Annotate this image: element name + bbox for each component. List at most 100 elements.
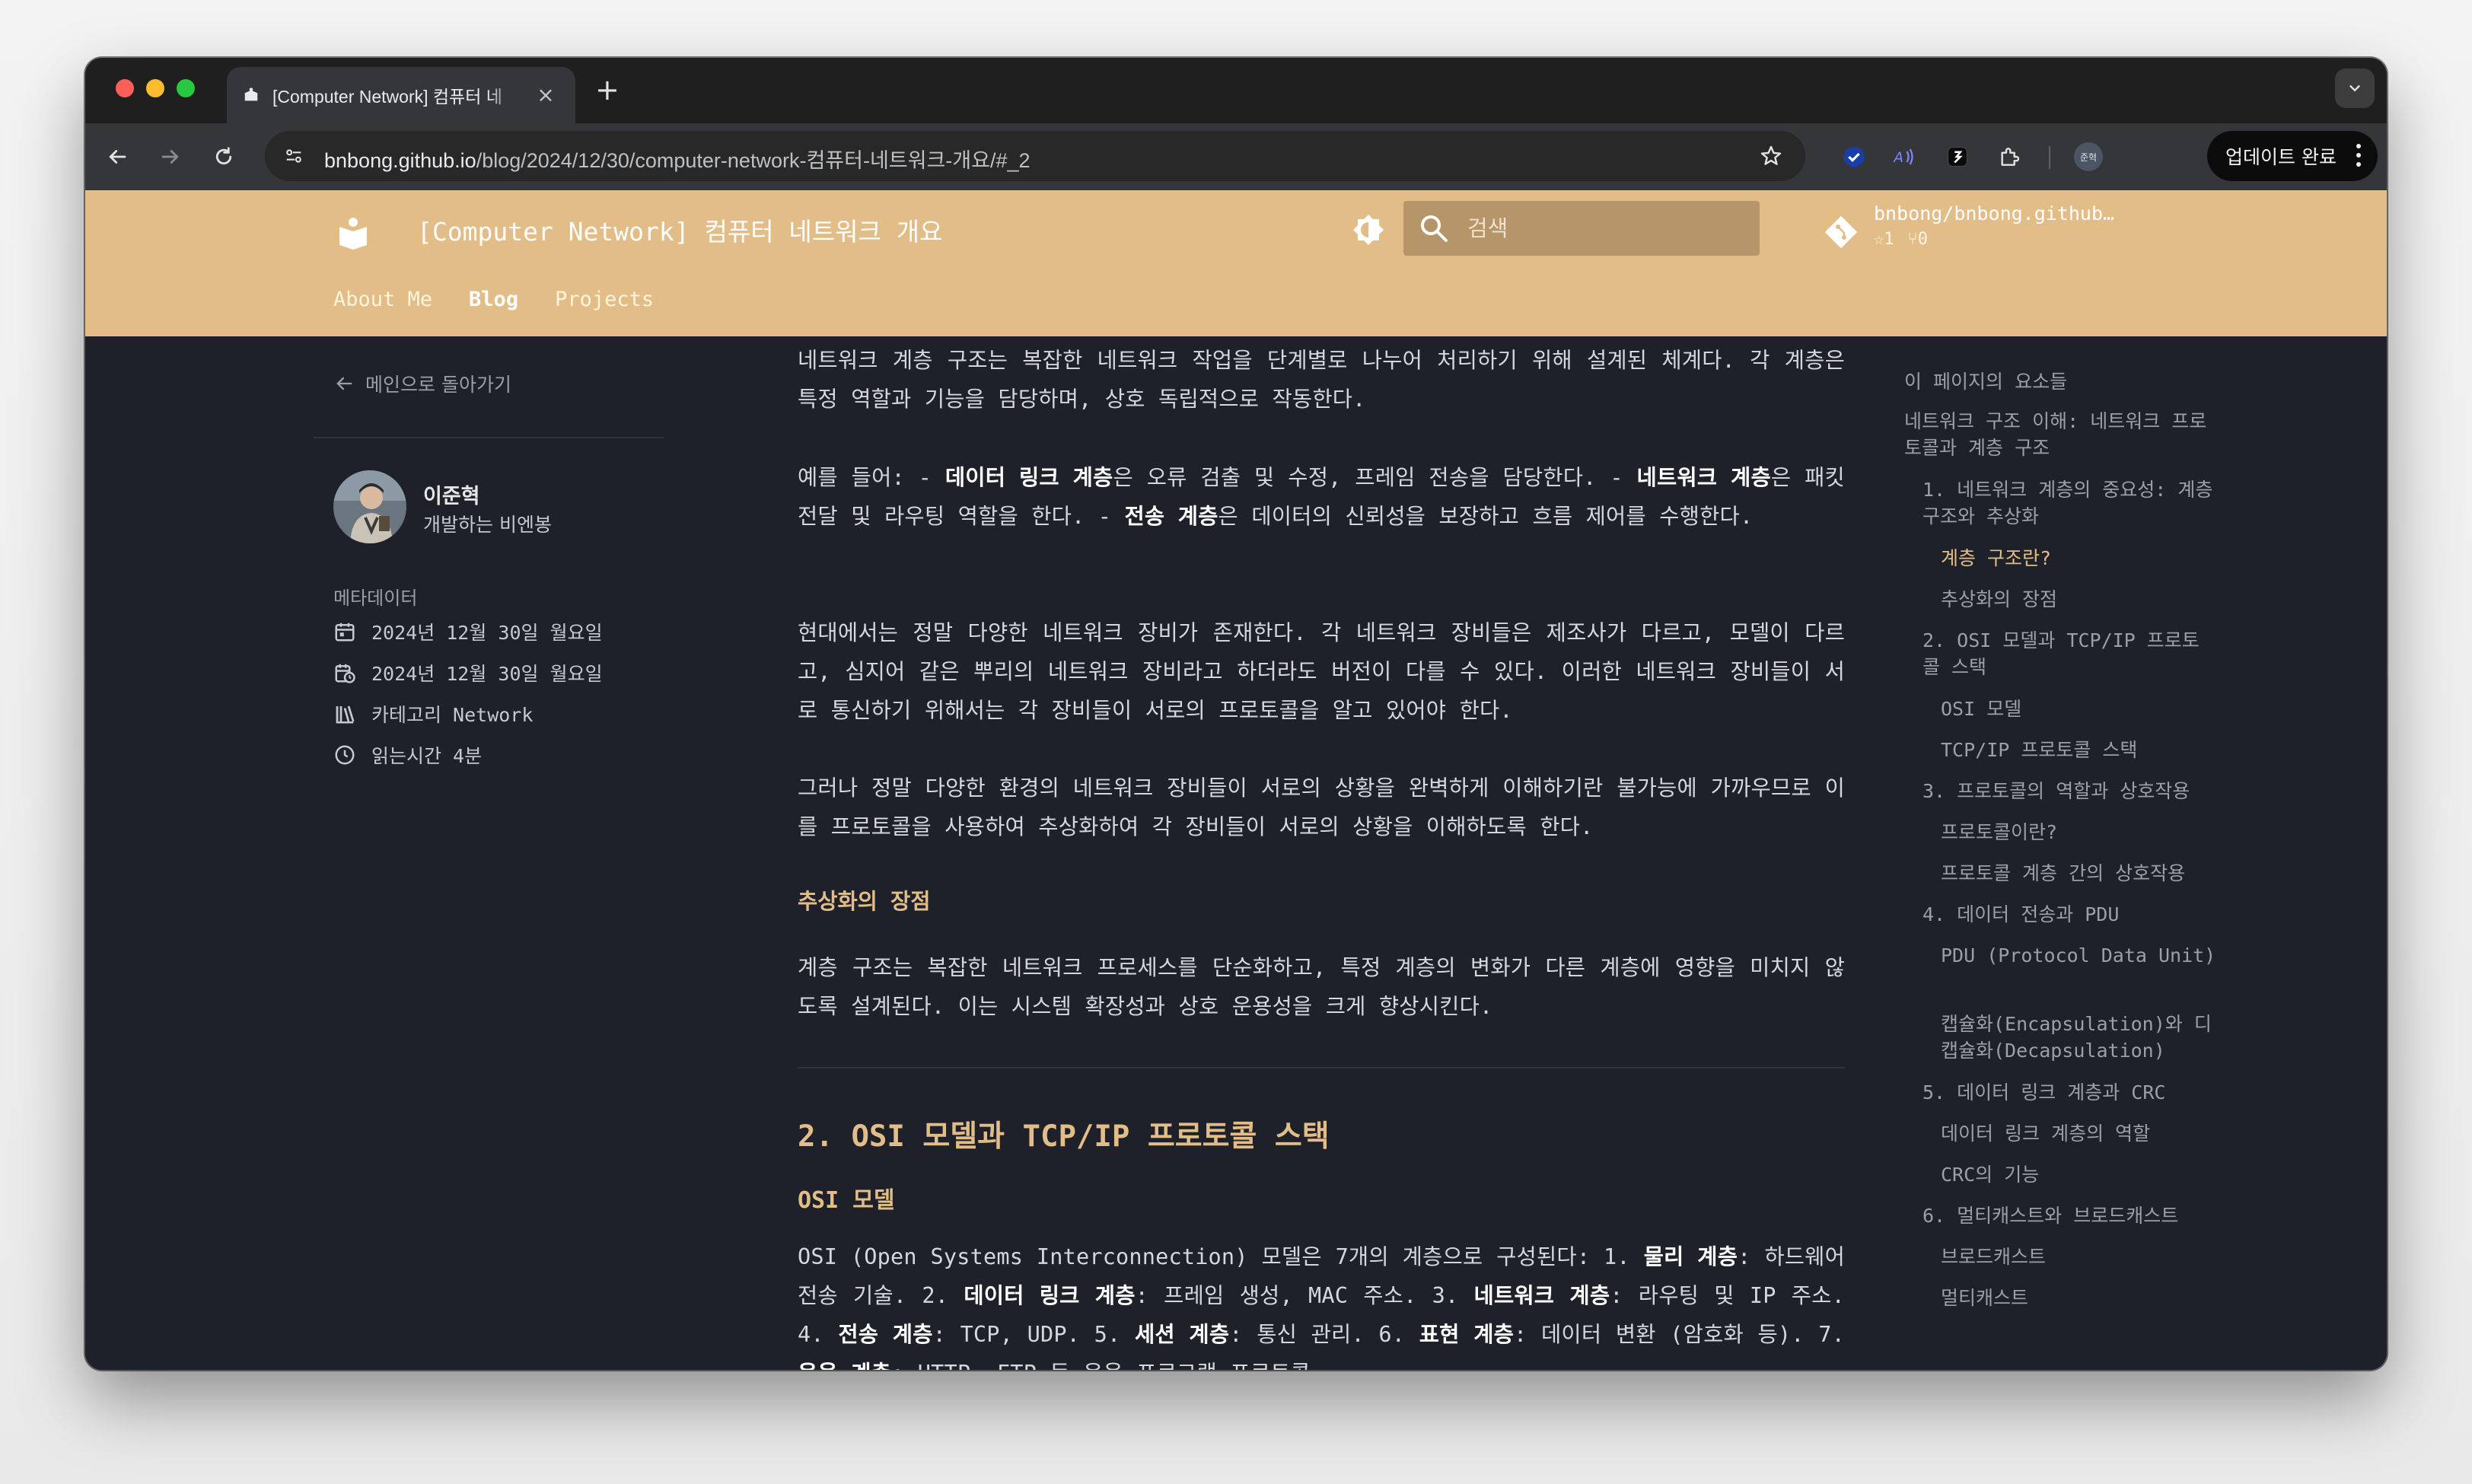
toolbar-divider <box>2049 146 2050 169</box>
created-date: 2024년 12월 30일 월요일 <box>371 622 603 644</box>
search-box[interactable] <box>1403 201 1760 256</box>
meta-category: 카테고리 Network <box>333 700 533 728</box>
heading-abstraction-advantage: 추상화의 장점 <box>798 889 931 914</box>
nav-blog[interactable]: Blog <box>469 288 518 311</box>
toc-item[interactable]: 3. 프로토콜의 역할과 상호작용 <box>1922 778 2216 804</box>
extension-translate-icon[interactable]: A <box>1891 142 1921 172</box>
search-input[interactable] <box>1467 201 1741 256</box>
toc-item[interactable]: 프로토콜이란? <box>1941 819 2216 845</box>
author-name: 이준혁 <box>423 485 480 508</box>
tab-search-button[interactable] <box>2335 68 2375 108</box>
url-path: /blog/2024/12/30/computer-network-컴퓨터-네트… <box>476 149 1031 172</box>
reload-icon <box>215 147 232 165</box>
reload-button[interactable] <box>205 139 242 175</box>
text-segment: OSI (Open Systems Interconnection) 모델은 7… <box>798 1244 1644 1269</box>
meta-created: 2024년 12월 30일 월요일 <box>333 618 603 645</box>
toc-item[interactable]: 프로토콜 계층 간의 상호작용 <box>1941 860 2216 887</box>
forward-button[interactable] <box>152 139 189 175</box>
main-nav: About Me Blog Projects <box>333 288 654 311</box>
url-host: bnbong.github.io <box>324 149 476 172</box>
site-favicon-icon <box>242 86 260 104</box>
repo-stars: ☆1 <box>1874 230 1894 249</box>
heading-osi-tcpip: 2. OSI 모델과 TCP/IP 프로토콜 스택 <box>798 1119 1330 1154</box>
browser-toolbar: bnbong.github.io/blog/2024/12/30/compute… <box>85 123 2387 190</box>
menu-kebab-icon[interactable] <box>2355 142 2362 174</box>
toc-item[interactable]: 6. 멀티캐스트와 브로드캐스트 <box>1922 1202 2216 1229</box>
paragraph-advantage: 계층 구조는 복잡한 네트워크 프로세스를 단순화하고, 특정 계층의 변화가 … <box>798 955 1845 1019</box>
bold-term: 물리 계층 <box>1643 1244 1738 1269</box>
site-logo-icon[interactable] <box>333 213 373 253</box>
paragraph-layer-examples: 예를 들어: - 데이터 링크 계층은 오류 검출 및 수정, 프레임 전송을 … <box>798 458 1845 536</box>
extension-check-icon[interactable] <box>1839 142 1869 172</box>
repo-forks: ⑂0 <box>1907 230 1928 249</box>
search-icon <box>1421 215 1448 242</box>
paragraph-devices: 현대에서는 정말 다양한 네트워크 장비가 존재한다. 각 네트워크 장비들은 … <box>798 620 1845 723</box>
bookmark-star-icon[interactable] <box>1755 140 1787 172</box>
calendar-clock-icon <box>335 664 355 683</box>
profile-avatar[interactable]: 준혁 <box>2073 142 2104 172</box>
minimize-window-button[interactable] <box>146 79 164 97</box>
toc-item[interactable]: 데이터 링크 계층의 역할 <box>1941 1120 2216 1147</box>
toc-item[interactable]: 2. OSI 모델과 TCP/IP 프로토콜 스택 <box>1922 627 2216 680</box>
bold-term: 응용 계층 <box>798 1361 891 1370</box>
back-link-label: 메인으로 돌아가기 <box>365 374 511 396</box>
browser-tab[interactable]: [Computer Network] 컴퓨터 네 × <box>227 67 575 123</box>
repo-link[interactable]: bnbong/bnbong.github… <box>1874 202 2114 225</box>
paragraph-abstraction: 그러나 정말 다양한 환경의 네트워크 장비들이 서로의 상황을 완벽하게 이해… <box>798 775 1845 839</box>
svg-text:A: A <box>1893 150 1903 166</box>
new-tab-button[interactable]: + <box>595 75 620 105</box>
site-settings-icon[interactable] <box>276 138 312 174</box>
paragraph-osi-layers: OSI (Open Systems Interconnection) 모델은 7… <box>798 1237 1845 1370</box>
metadata-title: 메타데이터 <box>333 588 418 609</box>
toc-item[interactable]: PDU (Protocol Data Unit) <box>1941 942 2216 969</box>
toc-item-active[interactable]: 계층 구조란? <box>1941 545 2216 572</box>
section-divider <box>798 1067 1845 1068</box>
address-bar[interactable]: bnbong.github.io/blog/2024/12/30/compute… <box>265 131 1805 181</box>
sidebar-divider <box>314 437 664 438</box>
arrow-left-icon <box>109 150 126 164</box>
author-description: 개발하는 비엔봉 <box>423 514 552 536</box>
back-button[interactable] <box>99 139 135 175</box>
updated-date: 2024년 12월 30일 월요일 <box>371 663 603 685</box>
maximize-window-button[interactable] <box>177 79 195 97</box>
toc-item[interactable]: 5. 데이터 링크 계층과 CRC <box>1922 1079 2216 1106</box>
site-header: [Computer Network] 컴퓨터 네트워크 개요 bnbong/bn… <box>85 190 2387 336</box>
url-text: bnbong.github.io/blog/2024/12/30/compute… <box>324 144 1031 174</box>
update-button-label: 업데이트 완료 <box>2225 146 2337 168</box>
author-avatar <box>333 470 406 543</box>
toc-item[interactable]: 브로드캐스트 <box>1941 1244 2216 1270</box>
extension-black-icon[interactable] <box>1942 142 1973 172</box>
profile-initials: 준혁 <box>2074 142 2103 171</box>
nav-about-me[interactable]: About Me <box>333 288 432 311</box>
toc-item[interactable]: 1. 네트워크 계층의 중요성: 계층 구조와 추상화 <box>1922 476 2216 530</box>
text-segment: 은 데이터의 신뢰성을 보장하고 흐름 제어를 수행한다. <box>1218 504 1754 529</box>
toc-item[interactable]: TCP/IP 프로토콜 스택 <box>1941 737 2216 763</box>
calendar-icon <box>335 623 355 642</box>
toc-item[interactable]: 멀티캐스트 <box>1941 1285 2216 1311</box>
repo-stats: ☆1 ⑂0 <box>1874 230 1928 249</box>
arrow-right-icon <box>161 150 179 164</box>
clock-icon <box>335 745 355 765</box>
nav-projects[interactable]: Projects <box>555 288 654 311</box>
update-complete-button[interactable]: 업데이트 완료 <box>2207 131 2378 181</box>
toc-item[interactable]: CRC의 기능 <box>1941 1161 2216 1188</box>
bold-term: 세션 계층 <box>1134 1322 1230 1347</box>
git-repo-icon[interactable] <box>1822 213 1860 251</box>
text-segment: : TCP, UDP. 5. <box>932 1322 1135 1347</box>
tab-close-icon[interactable]: × <box>533 82 559 108</box>
toc-item[interactable]: OSI 모델 <box>1941 696 2216 722</box>
toc-item[interactable]: 추상화의 장점 <box>1941 586 2216 613</box>
tab-strip: [Computer Network] 컴퓨터 네 × + <box>85 58 2387 123</box>
bold-term: 표현 계층 <box>1419 1322 1515 1347</box>
theme-toggle-icon[interactable] <box>1349 210 1388 250</box>
close-window-button[interactable] <box>116 79 134 97</box>
bold-term: 전송 계층 <box>838 1322 933 1347</box>
toc-item[interactable]: 4. 데이터 전송과 PDU <box>1922 901 2216 928</box>
toc-item[interactable]: 캡슐화(Encapsulation)와 디캡슐화(Decapsulation) <box>1941 1011 2216 1064</box>
extensions-puzzle-icon[interactable] <box>1994 142 2024 172</box>
reading-time: 읽는시간 4분 <box>371 745 483 767</box>
bold-term: 데이터 링크 계층 <box>964 1283 1136 1308</box>
toc-item[interactable]: 네트워크 구조 이해: 네트워크 프로토콜과 계층 구조 <box>1904 408 2216 461</box>
toc-title: 이 페이지의 요소들 <box>1904 371 2068 393</box>
back-to-main-link[interactable]: 메인으로 돌아가기 <box>333 370 511 397</box>
